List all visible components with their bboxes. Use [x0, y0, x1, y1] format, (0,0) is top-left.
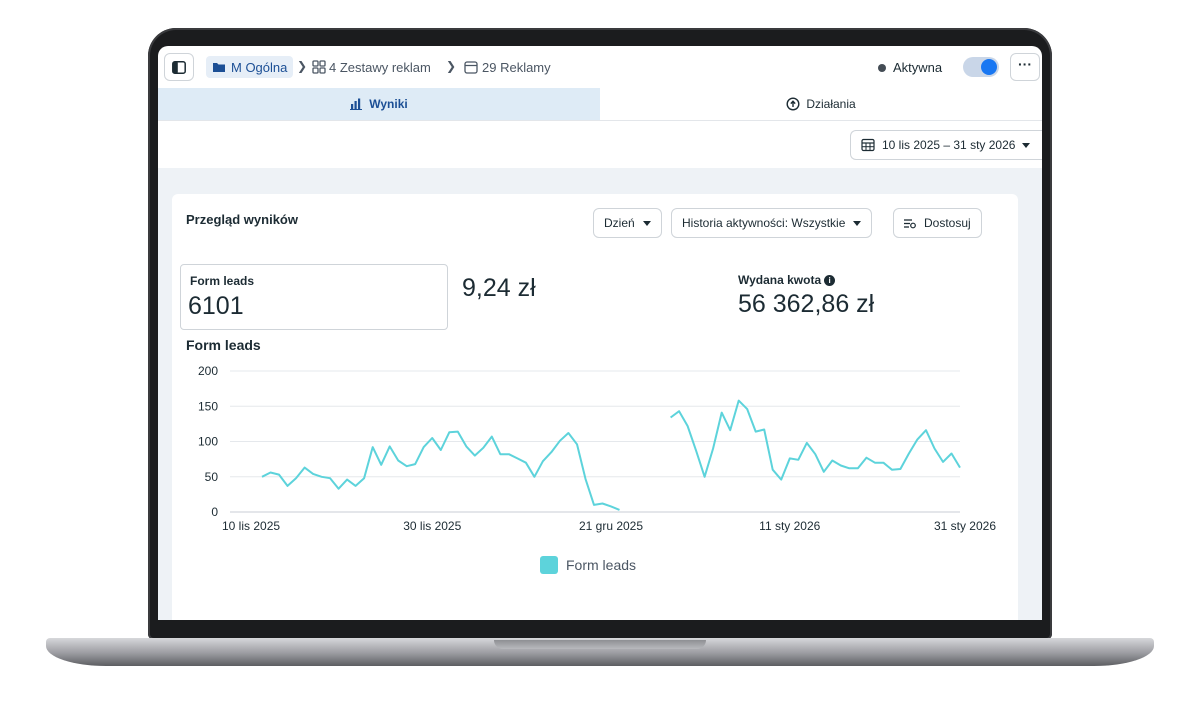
granularity-dropdown[interactable]: Dzień	[593, 208, 662, 238]
top-toolbar: M Ogólna ❯ 4 Zestawy reklam ❯ 29 Reklamy…	[158, 46, 1042, 88]
x-tick-label: 21 gru 2025	[579, 519, 643, 533]
form-leads-value: 6101	[188, 292, 244, 320]
y-tick-label: 150	[198, 399, 218, 413]
info-icon[interactable]: i	[824, 275, 836, 286]
breadcrumb-label: 29 Reklamy	[482, 59, 551, 75]
bar-chart-icon	[350, 98, 363, 110]
spent-value: 56 362,86 zł	[738, 290, 875, 318]
customize-button[interactable]: Dostosuj	[893, 208, 982, 238]
legend-swatch	[540, 556, 558, 574]
tab-label: Działania	[806, 97, 856, 111]
legend-label: Form leads	[566, 557, 637, 573]
granularity-label: Dzień	[604, 216, 635, 230]
more-options-button[interactable]: ···	[1010, 53, 1040, 81]
date-range-label: 10 lis 2025 – 31 sty 2026	[882, 138, 1016, 152]
folder-icon	[213, 63, 225, 72]
results-overview-card: Przegląd wyników Dzień Historia aktywnoś…	[172, 194, 1018, 620]
tab-bar: Wyniki Działania	[158, 88, 1042, 120]
series-line	[670, 399, 961, 481]
x-tick-label: 30 lis 2025	[403, 519, 461, 533]
active-toggle[interactable]	[963, 57, 999, 77]
breadcrumb-ads[interactable]: 29 Reklamy	[464, 56, 551, 78]
card-title: Przegląd wyników	[186, 212, 298, 227]
form-leads-metric[interactable]: Form leads 6101	[180, 264, 448, 330]
grid-icon	[312, 60, 326, 74]
app-screen: M Ogólna ❯ 4 Zestawy reklam ❯ 29 Reklamy…	[158, 46, 1042, 620]
y-tick-label: 100	[198, 435, 218, 449]
chevron-right-icon: ❯	[297, 59, 308, 73]
y-tick-label: 0	[211, 505, 218, 519]
customize-icon	[904, 218, 916, 228]
breadcrumb-campaign[interactable]: M Ogólna	[206, 56, 294, 78]
chevron-right-icon: ❯	[446, 59, 457, 73]
chevron-down-icon	[1022, 142, 1031, 148]
history-label: Historia aktywności: Wszystkie	[682, 216, 846, 230]
calendar-icon	[861, 138, 875, 152]
breadcrumb-label: M Ogólna	[231, 59, 288, 75]
chevron-down-icon	[642, 220, 651, 226]
x-tick-label: 10 lis 2025	[222, 519, 280, 533]
x-tick-label: 11 sty 2026	[759, 519, 820, 533]
cost-per-result-value: 9,24 zł	[462, 274, 536, 302]
tab-activity[interactable]: Działania	[600, 88, 1042, 120]
sidebar-icon	[172, 60, 186, 74]
form-leads-label: Form leads	[190, 274, 255, 288]
date-range-picker[interactable]: 10 lis 2025 – 31 sty 2026	[850, 130, 1042, 160]
panel-toggle-button[interactable]	[164, 53, 194, 81]
form-leads-line-chart: 0 50 100 150 200 10 lis 2025 30 lis 2025 21 gru…	[198, 364, 996, 533]
spent-metric[interactable]: Wydana kwota i	[738, 271, 836, 289]
activity-history-dropdown[interactable]: Historia aktywności: Wszystkie	[671, 208, 873, 238]
laptop-notch	[494, 640, 706, 649]
tabs-divider	[158, 120, 1042, 121]
toggle-knob	[981, 59, 997, 75]
activity-icon	[786, 97, 800, 111]
chart-legend[interactable]: Form leads	[540, 556, 636, 574]
y-tick-label: 50	[205, 470, 219, 484]
series-line	[261, 430, 620, 511]
y-tick-label: 200	[198, 364, 218, 378]
spent-label: Wydana kwota	[738, 273, 822, 287]
status-dot-icon	[878, 64, 886, 72]
chevron-down-icon	[853, 220, 862, 226]
x-tick-label: 31 sty 2026	[934, 519, 996, 533]
tab-label: Wyniki	[369, 97, 408, 111]
status-label: Aktywna	[893, 60, 943, 75]
breadcrumb-ad-sets[interactable]: 4 Zestawy reklam	[312, 56, 431, 78]
chart-title: Form leads	[186, 337, 261, 353]
breadcrumb-label: 4 Zestawy reklam	[329, 59, 431, 75]
tab-results[interactable]: Wyniki	[158, 88, 600, 120]
customize-label: Dostosuj	[924, 216, 971, 230]
ad-icon	[464, 60, 478, 74]
